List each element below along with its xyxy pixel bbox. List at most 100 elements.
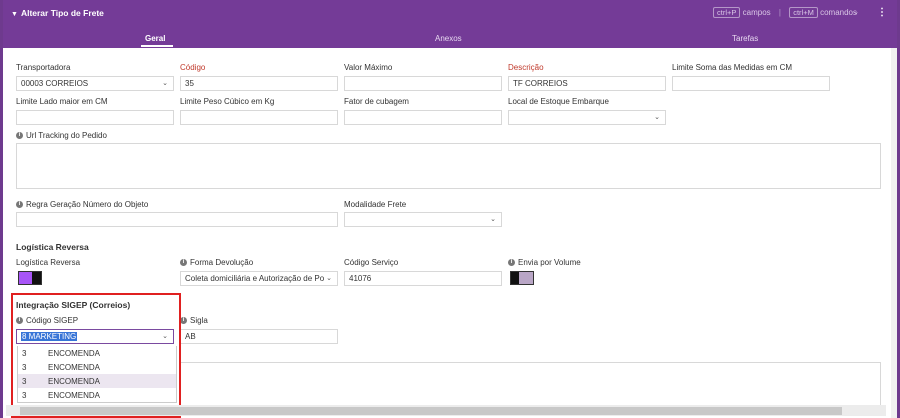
limite-soma-label: Limite Soma das Medidas em CM [672, 63, 793, 72]
limite-soma-input[interactable] [672, 76, 830, 91]
active-tab-indicator [141, 45, 173, 47]
fator-cubagem-input[interactable] [344, 110, 502, 125]
dropdown-option[interactable]: 3 ENCOMENDA [18, 388, 176, 402]
regra-geracao-input[interactable] [16, 212, 338, 227]
forma-devolucao-label: i Forma Devolução [180, 258, 253, 267]
modalidade-frete-select[interactable]: ⌄ [344, 212, 502, 227]
info-icon[interactable]: i [180, 317, 187, 325]
codigo-sigep-label-text: Código SIGEP [26, 316, 79, 325]
transportadora-select[interactable]: 00003 CORREIOS ⌄ [16, 76, 174, 91]
option-name: ENCOMENDA [48, 391, 101, 400]
sigla-input[interactable]: AB [180, 329, 338, 344]
info-icon[interactable]: i [16, 132, 23, 140]
dialog-window: ▼ Alterar Tipo de Frete ctrl+P campos | c… [3, 0, 897, 418]
codigo-sigep-select[interactable]: 8 MARKETING ⌄ [16, 329, 174, 344]
option-name: ENCOMENDA [48, 363, 101, 372]
toggle-on-segment [19, 272, 32, 284]
forma-devolucao-label-text: Forma Devolução [190, 258, 254, 267]
chevron-down-icon: ⌄ [324, 274, 332, 282]
codigo-label: Código [180, 63, 206, 72]
codigo-sigep-value: 8 MARKETING [21, 332, 78, 341]
option-name: ENCOMENDA [48, 349, 101, 358]
regra-geracao-label-text: Regra Geração Número do Objeto [26, 200, 149, 209]
shortcut-campos-label: campos [742, 8, 771, 17]
tab-anexos[interactable]: Anexos [435, 34, 462, 43]
info-icon[interactable]: i [508, 259, 515, 267]
chevron-down-icon: ⌄ [490, 216, 496, 223]
option-code: 3 [22, 363, 27, 372]
dropdown-option[interactable]: 3 ENCOMENDA [18, 374, 176, 388]
valor-maximo-input[interactable] [344, 76, 502, 91]
codigo-sigep-label: i Código SIGEP [16, 316, 78, 325]
option-code: 3 [22, 391, 27, 400]
info-icon[interactable]: i [16, 201, 23, 209]
shortcut-separator: | [778, 8, 781, 17]
envia-por-volume-toggle[interactable] [510, 271, 534, 285]
chevron-down-icon: ⌄ [654, 114, 660, 121]
shortcut-ctrl-p-key: ctrl+P [713, 7, 741, 18]
url-tracking-label-text: Url Tracking do Pedido [26, 131, 107, 140]
codigo-value: 35 [185, 79, 194, 88]
codigo-servico-label: Código Serviço [344, 258, 399, 267]
fator-cubagem-label: Fator de cubagem [344, 97, 409, 106]
tab-bar: Geral Anexos Tarefas [3, 26, 897, 48]
toggle-off-segment [518, 272, 533, 284]
title-bar: ▼ Alterar Tipo de Frete ctrl+P campos | c… [3, 0, 897, 26]
descricao-label: Descrição [508, 63, 544, 72]
limite-peso-label: Limite Peso Cúbico em Kg [180, 97, 275, 106]
dropdown-option[interactable]: 3 ENCOMENDA [18, 360, 176, 374]
horizontal-scrollbar[interactable] [6, 405, 886, 416]
logistica-reversa-toggle[interactable] [18, 271, 42, 285]
vertical-scrollbar[interactable] [891, 48, 897, 418]
modalidade-frete-label: Modalidade Frete [344, 200, 407, 209]
regra-geracao-label: i Regra Geração Número do Objeto [16, 200, 148, 209]
sigla-label-text: Sigla [190, 316, 208, 325]
toggle-knob [32, 272, 41, 284]
dialog-title[interactable]: ▼ Alterar Tipo de Frete [11, 8, 104, 18]
toggle-knob [511, 272, 519, 284]
tab-tarefas[interactable]: Tarefas [732, 34, 758, 43]
transportadora-value: 00003 CORREIOS [21, 79, 89, 88]
chevron-down-icon: ⌄ [162, 333, 168, 340]
limite-peso-input[interactable] [180, 110, 338, 125]
codigo-servico-input[interactable]: 41076 [344, 271, 502, 286]
observacao-textarea[interactable] [180, 362, 881, 406]
sigla-label: i Sigla [180, 316, 208, 325]
forma-devolucao-value: Coleta domiciliária e Autorização de Pos… [185, 274, 331, 283]
dropdown-option[interactable]: 3 ENCOMENDA [18, 346, 176, 360]
descricao-value: TF CORREIOS [513, 79, 568, 88]
envia-por-volume-label-text: Envia por Volume [518, 258, 581, 267]
tab-geral[interactable]: Geral [145, 34, 165, 43]
descricao-input[interactable]: TF CORREIOS [508, 76, 666, 91]
url-tracking-label: i Url Tracking do Pedido [16, 131, 107, 140]
codigo-servico-value: 41076 [349, 274, 372, 283]
codigo-input[interactable]: 35 [180, 76, 338, 91]
horizontal-scrollbar-thumb[interactable] [20, 407, 842, 415]
limite-lado-label: Limite Lado maior em CM [16, 97, 108, 106]
codigo-sigep-dropdown-list: 3 ENCOMENDA 3 ENCOMENDA 3 ENCOMENDA 3 EN… [17, 346, 177, 403]
logistica-reversa-label: Logística Reversa [16, 258, 81, 267]
dialog-title-text: Alterar Tipo de Frete [20, 8, 104, 18]
sigla-value: AB [185, 332, 196, 341]
forma-devolucao-select[interactable]: Coleta domiciliária e Autorização de Pos… [180, 271, 338, 286]
keyboard-shortcuts: ctrl+P campos | ctrl+M comandos [713, 7, 857, 18]
envia-por-volume-label: i Envia por Volume [508, 258, 581, 267]
shortcut-comandos-label: comandos [820, 8, 857, 17]
shortcut-ctrl-m-key: ctrl+M [789, 7, 818, 18]
option-code: 3 [22, 377, 27, 386]
option-code: 3 [22, 349, 27, 358]
chevron-down-icon[interactable]: ⌄ [853, 8, 859, 16]
transportadora-label: Transportadora [16, 63, 71, 72]
info-icon[interactable]: i [16, 317, 23, 325]
info-icon[interactable]: i [180, 259, 187, 267]
limite-lado-input[interactable] [16, 110, 174, 125]
url-tracking-textarea[interactable] [16, 143, 881, 189]
sigep-section-title: Integração SIGEP (Correios) [16, 300, 131, 310]
more-options-icon[interactable]: ⋮ [877, 7, 887, 18]
option-name: ENCOMENDA [48, 377, 101, 386]
local-estoque-select[interactable]: ⌄ [508, 110, 666, 125]
valor-maximo-label: Valor Máximo [344, 63, 393, 72]
collapse-caret-icon[interactable]: ▼ [11, 11, 18, 18]
chevron-down-icon: ⌄ [162, 80, 168, 87]
logistica-reversa-section-title: Logística Reversa [16, 242, 89, 252]
